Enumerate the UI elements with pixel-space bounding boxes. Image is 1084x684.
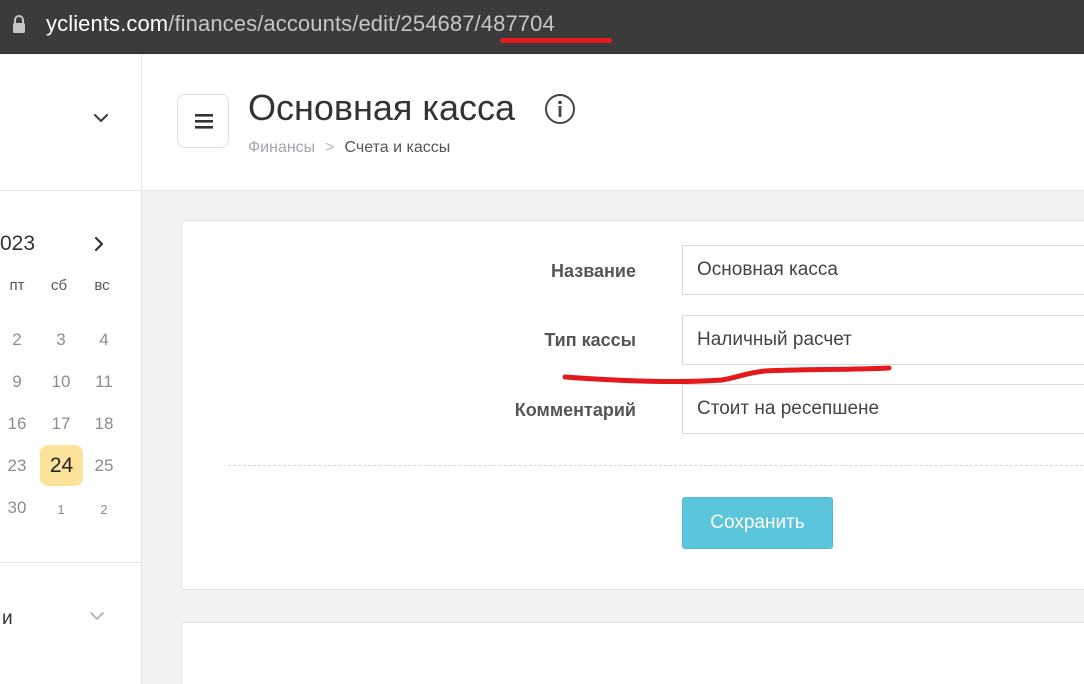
calendar-day[interactable]: 9 — [0, 372, 39, 392]
url-host: yclients.com — [46, 11, 169, 36]
chevron-down-icon[interactable] — [92, 112, 110, 124]
calendar-day-today[interactable]: 24 — [40, 445, 83, 486]
comment-label: Комментарий — [514, 400, 636, 420]
breadcrumb: Финансы > Счета и кассы — [248, 138, 450, 158]
chevron-down-icon[interactable] — [88, 610, 106, 622]
sidebar-divider — [0, 562, 141, 563]
calendar-day[interactable]: 3 — [39, 330, 83, 350]
calendar-weekday: вс — [94, 277, 110, 294]
calendar-day[interactable]: 2 — [0, 330, 39, 350]
calendar-day[interactable]: 16 — [0, 414, 39, 434]
calendar-day[interactable]: 10 — [39, 372, 83, 392]
calendar-day[interactable]: 4 — [82, 330, 126, 350]
comment-input[interactable]: Стоит на ресепшене — [682, 384, 1084, 434]
url-text[interactable]: yclients.com/finances/accounts/edit/2546… — [46, 10, 555, 38]
sidebar-account-switcher[interactable] — [0, 54, 141, 191]
lock-icon — [13, 15, 25, 33]
breadcrumb-item-finances[interactable]: Финансы — [248, 139, 315, 156]
sidebar: 023 пт сб вс 2 3 4 9 10 11 16 17 18 23 2… — [0, 54, 142, 684]
name-input[interactable]: Основная касса — [682, 245, 1084, 295]
calendar-day[interactable]: 17 — [39, 414, 83, 434]
calendar-day-next-month[interactable]: 2 — [82, 500, 126, 520]
name-label: Название — [551, 261, 636, 281]
url-path: /finances/accounts/edit/254687/487704 — [168, 11, 555, 36]
cash-type-select[interactable]: Наличный расчет — [682, 315, 1084, 365]
menu-toggle-button[interactable] — [177, 94, 229, 148]
account-edit-form: Название Основная касса Тип кассы Наличн… — [181, 220, 1084, 590]
url-annotation-underline — [500, 38, 612, 43]
browser-address-bar[interactable]: yclients.com/finances/accounts/edit/2546… — [0, 0, 1084, 54]
calendar-month-year: 023 — [0, 232, 36, 255]
calendar-weekday: пт — [9, 277, 25, 294]
save-button[interactable]: Сохранить — [682, 497, 833, 549]
cash-type-label: Тип кассы — [544, 330, 636, 350]
breadcrumb-item-accounts[interactable]: Счета и кассы — [345, 139, 451, 156]
calendar-weekday: сб — [50, 277, 68, 294]
calendar-day[interactable]: 30 — [0, 498, 39, 518]
secondary-card — [181, 622, 1084, 684]
form-divider — [228, 465, 1084, 466]
chevron-right-icon[interactable] — [92, 234, 106, 254]
calendar-day[interactable]: 11 — [82, 372, 126, 392]
breadcrumb-separator-icon: > — [325, 139, 335, 156]
calendar-day[interactable]: 25 — [82, 456, 126, 476]
calendar-day-next-month[interactable]: 1 — [39, 500, 83, 520]
info-icon[interactable] — [544, 93, 576, 125]
calendar-day[interactable]: 23 — [0, 456, 39, 476]
sidebar-menu-item-label[interactable]: и — [2, 608, 13, 630]
page-title: Основная касса — [248, 87, 516, 128]
hamburger-icon — [195, 114, 213, 129]
page-header: Основная касса Финансы > Счета и кассы — [142, 54, 1084, 191]
calendar-day[interactable]: 18 — [82, 414, 126, 434]
